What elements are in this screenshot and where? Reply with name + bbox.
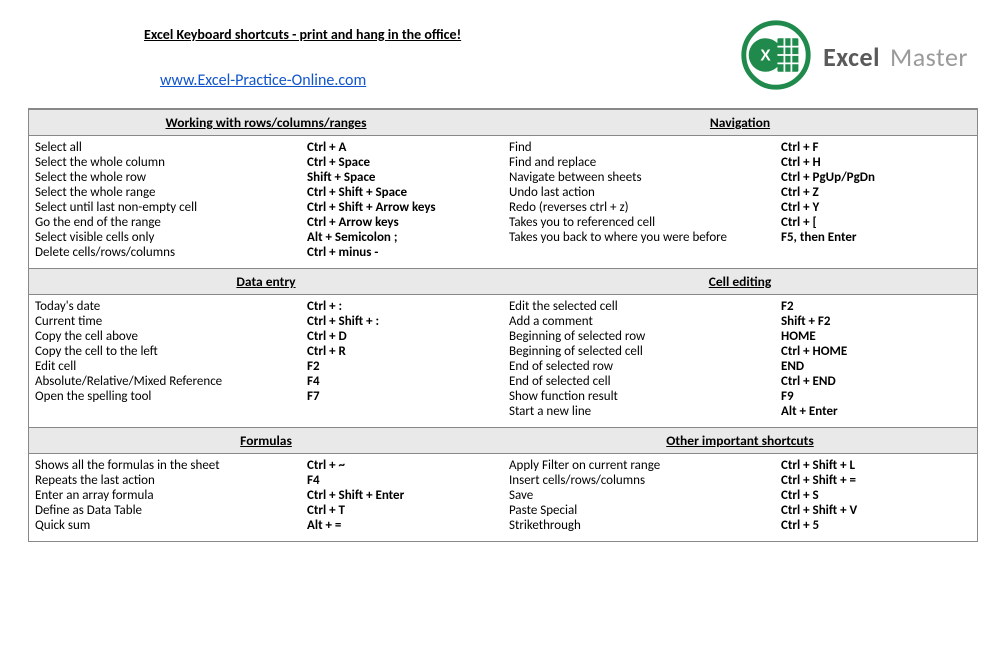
shortcut-key: F9: [781, 389, 971, 404]
shortcut-key: F7: [307, 389, 497, 404]
shortcut-key: END: [781, 359, 971, 374]
brand-light: Master: [890, 41, 968, 73]
shortcut-key: Ctrl + F: [781, 140, 971, 155]
shortcut-description: Strikethrough: [509, 518, 775, 533]
shortcut-description: Enter an array formula: [35, 488, 301, 503]
shortcut-description: Select the whole row: [35, 170, 301, 185]
shortcut-description: Show function result: [509, 389, 775, 404]
shortcut-description: Absolute/Relative/Mixed Reference: [35, 374, 301, 389]
website-link[interactable]: www.Excel-Practice-Online.com: [160, 71, 366, 90]
shortcut-description: Select until last non-empty cell: [35, 200, 301, 215]
shortcut-key: Ctrl + minus -: [307, 245, 497, 260]
shortcut-key: Ctrl + Shift + :: [307, 314, 497, 329]
shortcut-description: Start a new line: [509, 404, 775, 419]
section-header: Navigation: [503, 109, 977, 136]
shortcut-description: Insert cells/rows/columns: [509, 473, 775, 488]
shortcut-key: Ctrl + Shift + Enter: [307, 488, 497, 503]
shortcut-description: End of selected row: [509, 359, 775, 374]
shortcut-description: Undo last action: [509, 185, 775, 200]
shortcut-key: Ctrl + PgUp/PgDn: [781, 170, 971, 185]
shortcut-description: Select the whole column: [35, 155, 301, 170]
shortcut-key: Ctrl + Shift + V: [781, 503, 971, 518]
shortcut-description: Edit cell: [35, 359, 301, 374]
shortcut-key: F2: [781, 299, 971, 314]
shortcut-key: Ctrl + [: [781, 215, 971, 230]
shortcut-key: Ctrl + R: [307, 344, 497, 359]
shortcut-key: Ctrl + D: [307, 329, 497, 344]
section-header: Working with rows/columns/ranges: [29, 109, 503, 136]
shortcut-key: Shift + Space: [307, 170, 497, 185]
shortcut-key: HOME: [781, 329, 971, 344]
shortcut-key: Ctrl + Shift + =: [781, 473, 971, 488]
shortcut-key: Ctrl + 5: [781, 518, 971, 533]
shortcut-key: Ctrl + T: [307, 503, 497, 518]
shortcut-key: Shift + F2: [781, 314, 971, 329]
shortcut-key: Ctrl + Y: [781, 200, 971, 215]
shortcut-key: Ctrl + Space: [307, 155, 497, 170]
shortcut-key: F4: [307, 473, 497, 488]
shortcut-description: Select all: [35, 140, 301, 155]
shortcut-key: Alt + Enter: [781, 404, 971, 419]
shortcut-key: Ctrl + A: [307, 140, 497, 155]
shortcut-description: Select visible cells only: [35, 230, 301, 245]
section-header: Data entry: [29, 268, 503, 295]
shortcut-description: Beginning of selected row: [509, 329, 775, 344]
shortcut-description: Copy the cell to the left: [35, 344, 301, 359]
shortcut-description: Quick sum: [35, 518, 301, 533]
shortcut-description: Add a comment: [509, 314, 775, 329]
shortcut-key: Alt + Semicolon ;: [307, 230, 497, 245]
shortcut-description: Edit the selected cell: [509, 299, 775, 314]
shortcut-key: Ctrl + Shift + Space: [307, 185, 497, 200]
svg-text:X: X: [760, 48, 771, 65]
shortcut-description: Navigate between sheets: [509, 170, 775, 185]
shortcut-key: Ctrl + Shift + L: [781, 458, 971, 473]
shortcut-table: Working with rows/columns/ranges Select …: [28, 108, 978, 542]
shortcut-description: Apply Filter on current range: [509, 458, 775, 473]
excel-icon: X: [741, 20, 811, 94]
shortcut-description: Current time: [35, 314, 301, 329]
section-header: Other important shortcuts: [503, 427, 977, 454]
shortcut-key: Ctrl + Arrow keys: [307, 215, 497, 230]
shortcut-description: Today's date: [35, 299, 301, 314]
shortcut-key: F5, then Enter: [781, 230, 971, 245]
shortcut-description: Shows all the formulas in the sheet: [35, 458, 301, 473]
shortcut-description: Redo (reverses ctrl + z): [509, 200, 775, 215]
shortcut-key: Ctrl + END: [781, 374, 971, 389]
shortcut-key: F2: [307, 359, 497, 374]
shortcut-description: Save: [509, 488, 775, 503]
shortcut-key: Ctrl + HOME: [781, 344, 971, 359]
shortcut-key: Ctrl + Z: [781, 185, 971, 200]
shortcut-key: Alt + =: [307, 518, 497, 533]
shortcut-description: Paste Special: [509, 503, 775, 518]
shortcut-description: Delete cells/rows/columns: [35, 245, 301, 260]
section-header: Cell editing: [503, 268, 977, 295]
shortcut-description: Repeats the last action: [35, 473, 301, 488]
shortcut-key: F4: [307, 374, 497, 389]
shortcut-description: Go the end of the range: [35, 215, 301, 230]
brand-bold: Excel: [823, 41, 880, 73]
shortcut-description: Open the spelling tool: [35, 389, 301, 404]
logo: X Excel Master: [741, 20, 978, 94]
shortcut-description: Beginning of selected cell: [509, 344, 775, 359]
shortcut-description: End of selected cell: [509, 374, 775, 389]
shortcut-description: Find: [509, 140, 775, 155]
shortcut-key: Ctrl + ~: [307, 458, 497, 473]
shortcut-description: Select the whole range: [35, 185, 301, 200]
shortcut-description: Define as Data Table: [35, 503, 301, 518]
shortcut-description: Takes you to referenced cell: [509, 215, 775, 230]
shortcut-key: Ctrl + S: [781, 488, 971, 503]
shortcut-description: Find and replace: [509, 155, 775, 170]
shortcut-key: Ctrl + H: [781, 155, 971, 170]
shortcut-key: Ctrl + :: [307, 299, 497, 314]
section-header: Formulas: [29, 427, 503, 454]
shortcut-key: Ctrl + Shift + Arrow keys: [307, 200, 497, 215]
shortcut-description: Takes you back to where you were before: [509, 230, 775, 245]
page-title: Excel Keyboard shortcuts - print and han…: [144, 26, 741, 43]
shortcut-description: Copy the cell above: [35, 329, 301, 344]
